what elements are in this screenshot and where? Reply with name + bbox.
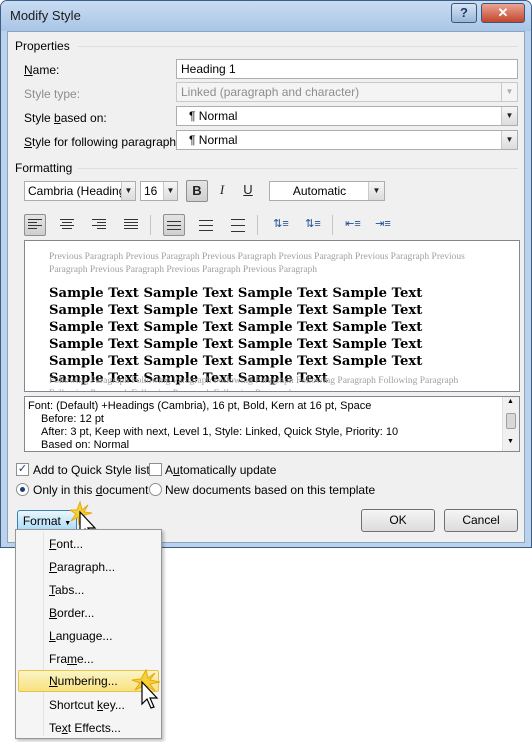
align-center-icon [60, 219, 74, 231]
menu-item-font[interactable]: Font... [18, 533, 159, 555]
description-line-3: After: 3 pt, Keep with next, Level 1, St… [41, 426, 399, 438]
following-paragraph-select[interactable]: ¶ Normal ▼ [176, 130, 518, 150]
modify-style-dialog: Modify Style ? ✕ Properties Name: Headin… [0, 0, 532, 548]
scroll-down-icon[interactable]: ▼ [507, 438, 514, 445]
following-paragraph-text: Following Paragraph Following Paragraph … [49, 376, 459, 391]
based-on-label: Style based on: [24, 111, 107, 125]
single-spacing-icon [167, 221, 181, 233]
chevron-down-icon[interactable]: ▼ [501, 131, 517, 149]
align-left-button[interactable] [24, 214, 46, 236]
based-on-select[interactable]: ¶ Normal ▼ [176, 106, 518, 126]
font-name-select[interactable]: Cambria (Headings) [24, 181, 136, 201]
menu-item-border[interactable]: Border... [18, 602, 159, 624]
based-on-value: ¶ Normal [189, 109, 238, 123]
description-line-4: Based on: Normal [41, 439, 130, 451]
chevron-down-icon: ▼ [501, 83, 517, 101]
font-size-value: 16 [144, 184, 158, 198]
dialog-title: Modify Style [10, 8, 81, 23]
close-button[interactable]: ✕ [481, 3, 525, 23]
toolbar-separator [150, 215, 151, 235]
checkmark-icon: ✓ [17, 463, 28, 475]
description-scrollbar[interactable]: ▲ ▼ [502, 397, 519, 451]
toolbar-separator [332, 215, 333, 235]
style-preview-pane: Previous Paragraph Previous Paragraph Pr… [24, 240, 520, 392]
scroll-thumb[interactable] [506, 413, 516, 429]
dialog-client-area: Properties Name: Heading 1 Style type: L… [7, 31, 525, 543]
menu-item-language[interactable]: Language... [18, 625, 159, 647]
new-documents-label: New documents based on this template [165, 483, 376, 497]
only-this-document-label: Only in this document [33, 483, 149, 497]
bold-button[interactable]: B [186, 180, 208, 202]
style-type-value: Linked (paragraph and character) [181, 85, 360, 99]
align-right-button[interactable] [88, 214, 110, 236]
justify-icon [124, 219, 138, 231]
sample-text: Sample Text Sample Text Sample Text Samp… [49, 286, 423, 386]
font-color-select[interactable]: Automatic ▼ [269, 181, 385, 201]
following-paragraph-label: Style for following paragraph: [24, 135, 180, 149]
underline-button[interactable]: U [237, 180, 259, 202]
auto-update-label: Automatically update [165, 463, 277, 477]
increase-spacing-icon: ⇅≡ [273, 218, 289, 230]
font-name-dropdown-icon[interactable]: ▼ [121, 182, 135, 200]
formatting-section-label: Formatting [15, 161, 73, 175]
menu-item-tabs[interactable]: Tabs... [18, 579, 159, 601]
new-documents-radio[interactable] [149, 483, 162, 496]
title-bar[interactable]: Modify Style ? ✕ [1, 1, 531, 31]
menu-item-paragraph[interactable]: Paragraph... [18, 556, 159, 578]
format-button-label: Format [22, 514, 61, 528]
double-spacing-icon [231, 219, 245, 232]
toolbar-separator [257, 215, 258, 235]
previous-paragraph-text: Previous Paragraph Previous Paragraph Pr… [49, 252, 465, 275]
menu-item-frame[interactable]: Frame... [18, 648, 159, 670]
italic-button[interactable]: I [211, 180, 233, 202]
increase-indent-button[interactable]: ⇥≡ [372, 214, 394, 236]
double-spacing-button[interactable] [227, 214, 249, 236]
help-button[interactable]: ? [451, 3, 477, 23]
align-right-icon [92, 219, 106, 231]
cancel-button[interactable]: Cancel [444, 509, 518, 532]
chevron-down-icon[interactable]: ▼ [368, 182, 384, 200]
one-half-spacing-button[interactable] [195, 214, 217, 236]
close-icon: ✕ [497, 5, 509, 20]
chevron-down-icon[interactable]: ▼ [501, 107, 517, 125]
increase-paragraph-spacing-button[interactable]: ⇅≡ [270, 214, 292, 236]
properties-section-label: Properties [15, 39, 70, 53]
font-size-dropdown-icon[interactable]: ▼ [163, 182, 177, 200]
menu-item-text-effects[interactable]: Text Effects... [18, 717, 159, 739]
decrease-indent-button[interactable]: ⇤≡ [342, 214, 364, 236]
style-type-select: Linked (paragraph and character) ▼ [176, 82, 518, 102]
justify-button[interactable] [120, 214, 142, 236]
quick-style-label: Add to Quick Style list [33, 463, 150, 477]
decrease-paragraph-spacing-button[interactable]: ⇅≡ [302, 214, 324, 236]
align-center-button[interactable] [56, 214, 78, 236]
font-color-value: Automatic [292, 184, 347, 198]
click-burst-cursor-icon [131, 668, 161, 709]
only-this-document-radio[interactable] [16, 483, 29, 496]
style-description-box: Font: (Default) +Headings (Cambria), 16 … [24, 396, 520, 452]
name-label: Name: [24, 63, 60, 77]
one-half-spacing-icon [199, 220, 213, 232]
auto-update-checkbox[interactable] [149, 463, 162, 476]
decrease-spacing-icon: ⇅≡ [305, 218, 321, 230]
style-type-label: Style type: [24, 87, 81, 101]
scroll-up-icon[interactable]: ▲ [507, 398, 514, 405]
align-left-icon [28, 219, 42, 231]
ok-button[interactable]: OK [361, 509, 435, 532]
properties-divider [78, 46, 518, 47]
increase-indent-icon: ⇥≡ [375, 218, 391, 230]
font-name-value: Cambria (Headings) [28, 184, 136, 198]
name-field[interactable]: Heading 1 [176, 59, 518, 79]
description-line-2: Before: 12 pt [41, 413, 104, 425]
decrease-indent-icon: ⇤≡ [345, 218, 361, 230]
quick-style-checkbox[interactable]: ✓ [16, 463, 29, 476]
following-paragraph-value: ¶ Normal [189, 133, 238, 147]
description-line-1: Font: (Default) +Headings (Cambria), 16 … [28, 400, 372, 412]
single-spacing-button[interactable] [163, 214, 185, 236]
formatting-divider [78, 168, 518, 169]
